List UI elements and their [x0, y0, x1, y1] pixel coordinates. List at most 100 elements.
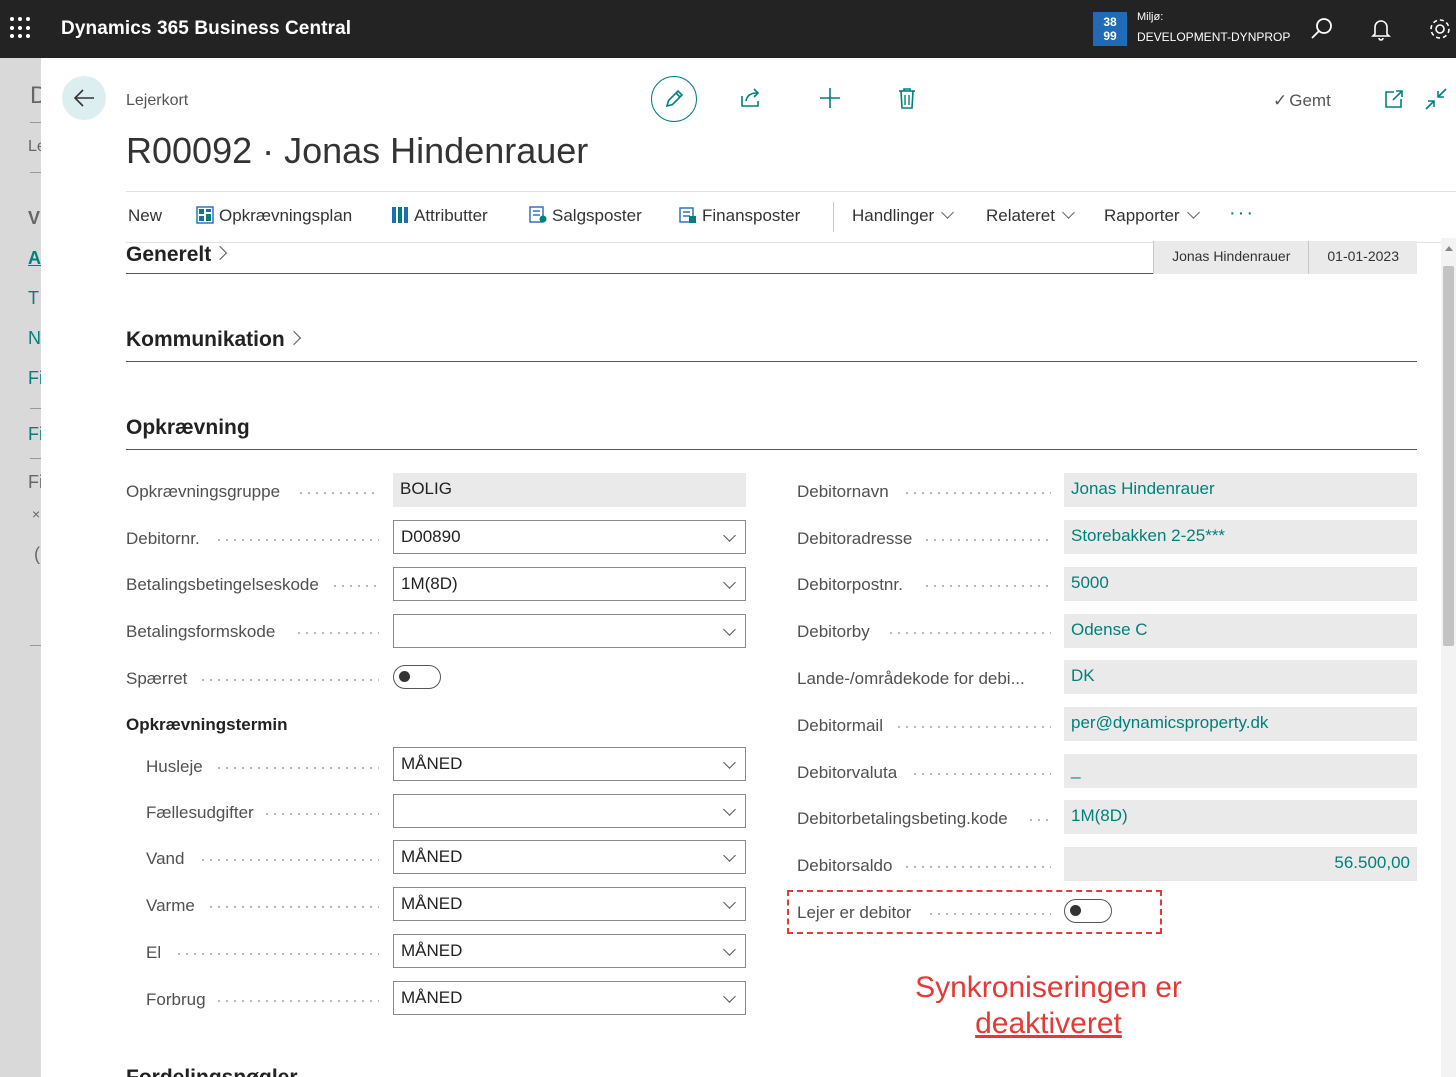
- breadcrumb: Lejerkort: [126, 92, 189, 109]
- bg-letter: ×: [32, 506, 41, 522]
- salgsposter-action[interactable]: Salgsposter: [529, 206, 642, 226]
- environment-name[interactable]: DEVELOPMENT-DYNPROP: [1137, 30, 1290, 44]
- field-label: Betalingsformskode: [126, 622, 276, 641]
- bg-divider: [30, 458, 41, 459]
- summary-date: 01-01-2023: [1308, 241, 1417, 274]
- plus-icon[interactable]: [818, 86, 842, 110]
- field-dots: [903, 492, 1051, 494]
- faellesudgifter-dropdown[interactable]: [393, 794, 746, 828]
- opkraevningsplan-action[interactable]: Opkrævningsplan: [196, 206, 352, 226]
- search-icon[interactable]: [1309, 16, 1335, 42]
- debitorvaluta-field[interactable]: _: [1064, 754, 1417, 788]
- field-label: Varme: [146, 896, 195, 915]
- chevron-down-icon: [723, 529, 736, 542]
- chevron-down-icon: [723, 756, 736, 769]
- gear-icon[interactable]: [1427, 16, 1453, 42]
- debitoradresse-field[interactable]: Storebakken 2-25***: [1064, 520, 1417, 554]
- section-opkraevning[interactable]: Opkrævning: [126, 416, 1417, 450]
- field-dots: [295, 632, 379, 634]
- plan-icon: [196, 206, 214, 224]
- field-dots: [215, 539, 379, 541]
- vand-dropdown[interactable]: MÅNED: [393, 840, 746, 874]
- varme-dropdown[interactable]: MÅNED: [393, 887, 746, 921]
- handlinger-menu[interactable]: Handlinger: [852, 206, 955, 226]
- field-label: Debitormail: [797, 716, 883, 735]
- opkraevningstermin-heading: Opkrævningstermin: [126, 715, 288, 734]
- betalingsbetingelseskode-value: 1M(8D): [401, 574, 458, 593]
- debitormail-field[interactable]: per@dynamicsproperty.dk: [1064, 707, 1417, 741]
- field-label: Debitorby: [797, 622, 870, 641]
- app-launcher-icon[interactable]: [10, 17, 32, 39]
- betalingsbetingelseskode-dropdown[interactable]: 1M(8D): [393, 567, 746, 601]
- bg-letter: Le: [28, 138, 41, 155]
- spaerret-toggle[interactable]: [393, 665, 441, 689]
- share-icon[interactable]: [739, 86, 763, 110]
- betalingsformskode-dropdown[interactable]: [393, 614, 746, 648]
- field-label: Spærret: [126, 669, 188, 688]
- husleje-dropdown[interactable]: MÅNED: [393, 747, 746, 781]
- scrollbar-thumb[interactable]: [1443, 266, 1454, 646]
- arrow-left-icon: [73, 89, 94, 107]
- debitorpostnr-field[interactable]: 5000: [1064, 567, 1417, 601]
- chevron-down-icon: [723, 943, 736, 956]
- bg-divider: [30, 408, 41, 409]
- field-dots: [887, 632, 1051, 634]
- ledger-entries-icon: [529, 206, 547, 223]
- saved-label: Gemt: [1289, 91, 1331, 110]
- field-label: Debitornavn: [797, 482, 889, 501]
- collapse-icon[interactable]: [1424, 87, 1448, 111]
- environment-badge[interactable]: 38 99: [1093, 12, 1127, 46]
- app-title[interactable]: Dynamics 365 Business Central: [61, 18, 351, 40]
- grid-icon: [392, 207, 408, 223]
- el-value: MÅNED: [401, 941, 463, 960]
- new-action[interactable]: New: [128, 206, 162, 226]
- forbrug-dropdown[interactable]: MÅNED: [393, 981, 746, 1015]
- salgsposter-label: Salgsposter: [552, 206, 642, 225]
- edit-button[interactable]: [651, 76, 697, 122]
- vand-value: MÅNED: [401, 847, 463, 866]
- chevron-down-icon: [1062, 206, 1075, 219]
- debitornr-value: D00890: [401, 527, 461, 546]
- field-dots: [215, 767, 379, 769]
- chevron-down-icon: [723, 803, 736, 816]
- pencil-icon: [665, 89, 684, 108]
- debitorby-field[interactable]: Odense C: [1064, 614, 1417, 648]
- relateret-menu[interactable]: Relateret: [986, 206, 1075, 226]
- scroll-up-icon[interactable]: [1445, 246, 1453, 251]
- bg-letter: D: [30, 82, 41, 109]
- annotation-highlight-box: [787, 890, 1162, 934]
- bell-icon[interactable]: [1368, 16, 1394, 42]
- section-opkraevning-title: Opkrævning: [126, 416, 250, 439]
- section-generelt-title: Generelt: [126, 243, 212, 266]
- relateret-label: Relateret: [986, 206, 1055, 225]
- gl-entries-icon: [679, 207, 696, 223]
- debitornr-dropdown[interactable]: D00890: [393, 520, 746, 554]
- more-options-icon[interactable]: ···: [1229, 202, 1255, 225]
- bg-letter: A: [28, 248, 41, 268]
- finansposter-action[interactable]: Finansposter: [679, 206, 800, 226]
- trash-icon[interactable]: [895, 86, 919, 110]
- next-section-title[interactable]: Fordelingsnøgler: [126, 1066, 298, 1077]
- annotation-line2: deaktiveret: [975, 1007, 1122, 1040]
- back-button[interactable]: [62, 76, 106, 120]
- landekode-field[interactable]: DK: [1064, 660, 1417, 694]
- bg-letter: Fi: [28, 368, 41, 388]
- field-label: Betalingsbetingelseskode: [126, 575, 319, 594]
- page-title: R00092 · Jonas Hindenrauer: [126, 130, 589, 171]
- section-generelt[interactable]: Generelt Jonas Hindenrauer 01-01-2023: [126, 241, 1417, 274]
- field-dots: [1027, 819, 1051, 821]
- el-dropdown[interactable]: MÅNED: [393, 934, 746, 968]
- field-dots: [199, 859, 379, 861]
- section-kommunikation[interactable]: Kommunikation: [126, 328, 1417, 362]
- env-badge-bottom: 99: [1103, 29, 1117, 43]
- attributter-action[interactable]: Attributter: [391, 206, 488, 226]
- field-label: Debitorbetalingsbeting.kode: [797, 809, 1008, 828]
- field-label: Husleje: [146, 757, 203, 776]
- environment-label: Miljø:: [1137, 11, 1164, 23]
- debitorbetalingsbeting-field[interactable]: 1M(8D): [1064, 800, 1417, 834]
- open-new-window-icon[interactable]: [1382, 87, 1406, 111]
- debitorsaldo-field[interactable]: 56.500,00: [1064, 847, 1417, 881]
- rapporter-menu[interactable]: Rapporter: [1104, 206, 1200, 226]
- forbrug-value: MÅNED: [401, 988, 463, 1007]
- debitornavn-field[interactable]: Jonas Hindenrauer: [1064, 473, 1417, 507]
